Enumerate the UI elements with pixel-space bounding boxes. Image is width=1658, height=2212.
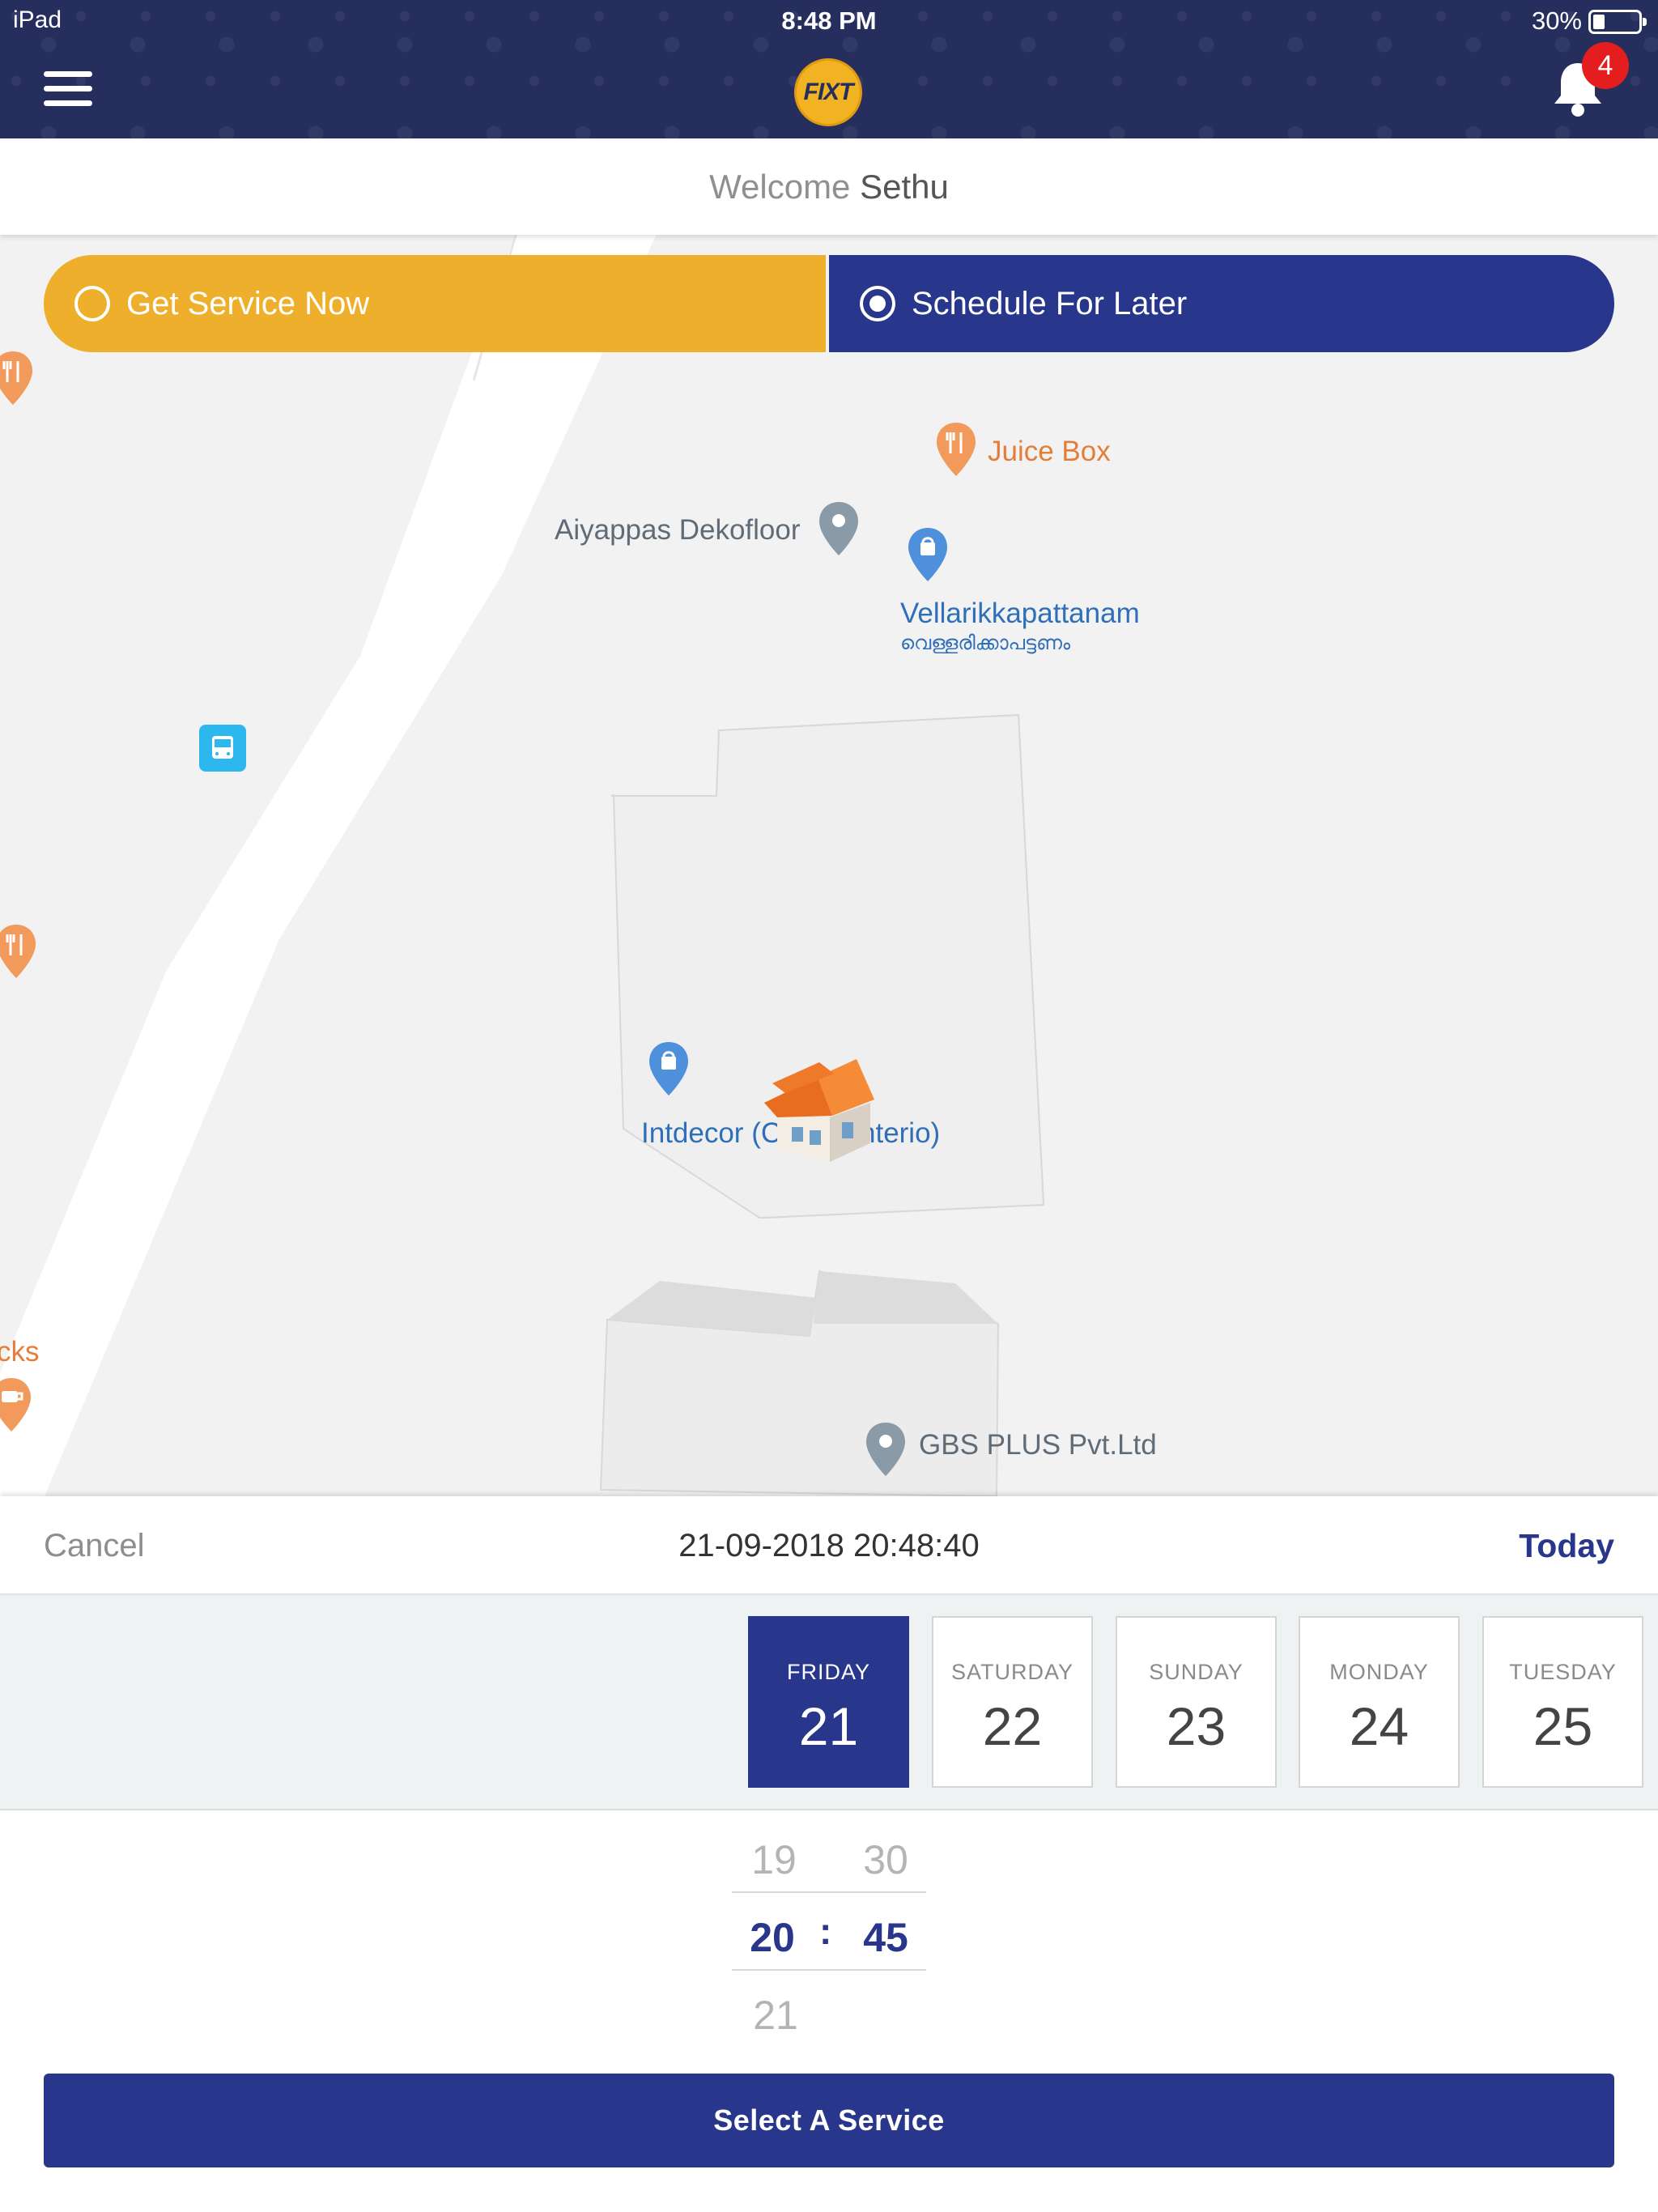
map-view[interactable]: Juice Box Aiyappas Dekofloor Vellarikkap… xyxy=(0,235,1658,1496)
restaurant-pin-icon[interactable] xyxy=(935,421,977,478)
place-pin-icon[interactable] xyxy=(865,1421,907,1478)
bus-stop-icon[interactable] xyxy=(199,725,246,772)
hour-prev[interactable]: 19 xyxy=(742,1836,806,1883)
shopping-pin-icon[interactable] xyxy=(907,526,949,583)
day-card-sunday[interactable]: SUNDAY 23 xyxy=(1116,1616,1277,1788)
hamburger-menu-icon[interactable] xyxy=(44,71,92,107)
schedule-picker-sheet: Cancel 21-09-2018 20:48:40 Today FRIDAY … xyxy=(0,1496,1658,2212)
shopping-pin-icon[interactable] xyxy=(648,1040,690,1097)
battery-icon xyxy=(1588,10,1647,34)
house-marker-icon[interactable] xyxy=(761,1053,882,1166)
picker-divider xyxy=(732,1969,926,1971)
day-card-friday[interactable]: FRIDAY 21 xyxy=(748,1616,909,1788)
day-number: 24 xyxy=(1349,1696,1409,1756)
poi-vellarikkapattanam[interactable]: Vellarikkapattanam xyxy=(900,598,1140,630)
day-card-monday[interactable]: MONDAY 24 xyxy=(1299,1616,1460,1788)
poi-gbs-plus[interactable]: GBS PLUS Pvt.Ltd xyxy=(919,1429,1157,1461)
minute-selected[interactable]: 45 xyxy=(853,1914,918,1961)
status-time: 8:48 PM xyxy=(781,6,877,35)
restaurant-pin-icon[interactable] xyxy=(0,350,34,406)
day-name: SUNDAY xyxy=(1149,1660,1244,1684)
welcome-bar: Welcome Sethu xyxy=(0,138,1658,235)
cafe-pin-icon[interactable] xyxy=(0,1376,32,1433)
notifications-button[interactable]: 4 xyxy=(1546,42,1629,121)
poi-juice-box[interactable]: Juice Box xyxy=(988,436,1111,468)
place-pin-icon[interactable] xyxy=(818,500,860,557)
schedule-for-later-label: Schedule For Later xyxy=(912,285,1188,321)
day-selector: FRIDAY 21 SATURDAY 22 SUNDAY 23 MONDAY 2… xyxy=(0,1595,1658,1810)
time-picker[interactable]: 19 30 20 : 45 21 xyxy=(729,1819,931,2061)
day-card-saturday[interactable]: SATURDAY 22 xyxy=(932,1616,1093,1788)
welcome-prefix: Welcome xyxy=(709,168,851,206)
minute-prev[interactable]: 30 xyxy=(853,1836,918,1883)
day-card-tuesday[interactable]: TUESDAY 25 xyxy=(1482,1616,1643,1788)
user-name: Sethu xyxy=(860,168,949,206)
time-separator: : xyxy=(819,1910,832,1952)
get-service-now-option[interactable]: Get Service Now xyxy=(44,255,826,352)
day-name: TUESDAY xyxy=(1509,1660,1617,1684)
selected-datetime: 21-09-2018 20:48:40 xyxy=(678,1528,980,1563)
map-base xyxy=(0,235,1045,1496)
get-service-now-label: Get Service Now xyxy=(126,285,370,321)
day-name: SATURDAY xyxy=(950,1660,1073,1684)
radio-unchecked-icon xyxy=(74,286,110,321)
day-name: FRIDAY xyxy=(786,1660,870,1684)
today-button[interactable]: Today xyxy=(1519,1496,1614,1595)
hour-next[interactable]: 21 xyxy=(743,1992,808,2039)
hour-selected[interactable]: 20 xyxy=(740,1914,805,1961)
day-number: 22 xyxy=(982,1696,1043,1756)
schedule-for-later-option[interactable]: Schedule For Later xyxy=(829,255,1614,352)
app-header: iPad 8:48 PM 30% FIXT 4 xyxy=(0,0,1658,138)
notification-badge: 4 xyxy=(1582,42,1629,89)
logo-text: FIXT xyxy=(803,79,854,105)
poi-snacks-partial[interactable]: cks xyxy=(0,1336,40,1368)
day-number: 25 xyxy=(1533,1696,1593,1756)
service-mode-toggle: Get Service Now Schedule For Later xyxy=(44,255,1614,352)
fixt-logo: FIXT xyxy=(794,58,862,126)
status-battery-percent: 30% xyxy=(1531,6,1582,35)
picker-divider xyxy=(732,1891,926,1893)
poi-vellarikkapattanam-local: വെള്ളരിക്കാപട്ടണം xyxy=(900,632,1070,654)
day-name: MONDAY xyxy=(1329,1660,1429,1684)
restaurant-pin-icon[interactable] xyxy=(0,923,37,980)
day-number: 21 xyxy=(798,1696,859,1756)
radio-checked-icon xyxy=(860,286,895,321)
select-service-button[interactable]: Select A Service xyxy=(44,2074,1614,2167)
picker-header: Cancel 21-09-2018 20:48:40 Today xyxy=(0,1496,1658,1595)
poi-aiyappas-dekofloor[interactable]: Aiyappas Dekofloor xyxy=(555,514,801,547)
day-number: 23 xyxy=(1166,1696,1226,1756)
